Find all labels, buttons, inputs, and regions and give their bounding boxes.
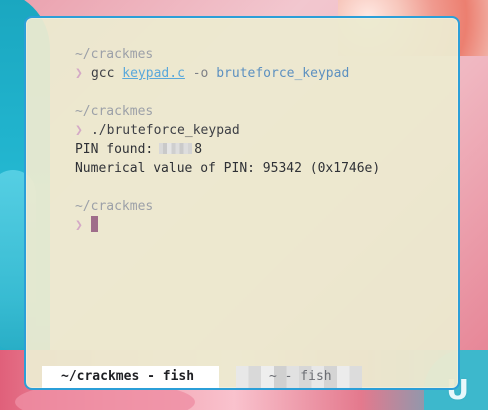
prompt-path: ~/crackmes	[74, 199, 154, 214]
text-cursor-icon	[90, 216, 98, 232]
tab-label: ~ - fish	[269, 369, 332, 384]
pin-found-label: PIN found:	[74, 142, 154, 157]
tab-label: ~/crackmes - fish	[61, 369, 195, 384]
chevron-right-icon: ❯	[74, 123, 83, 138]
terminal-window[interactable]: ~/crackmes ❯ gcc keypad.c -o bruteforce_k…	[24, 16, 460, 390]
chevron-right-icon: ❯	[74, 218, 83, 233]
prompt-path: ~/crackmes	[74, 104, 154, 119]
terminal-tab-bar: ~/crackmes - fish ~ - fish	[26, 366, 458, 388]
tab-home-fish[interactable]: ~ - fish	[236, 366, 362, 388]
run-command: ./bruteforce_keypad	[90, 123, 240, 138]
pin-found-visible-suffix: 8	[194, 142, 203, 157]
redacted-pin-mask	[159, 143, 193, 154]
output-flag: -o	[192, 66, 209, 81]
prompt-path: ~/crackmes	[74, 47, 154, 62]
prompt-line-2: ~/crackmes	[28, 83, 450, 119]
numeric-value-text: Numerical value of PIN: 95342 (0x1746e)	[74, 161, 381, 176]
source-file-link[interactable]: keypad.c	[122, 66, 185, 81]
chevron-right-icon: ❯	[74, 66, 83, 81]
prompt-line-3: ~/crackmes	[28, 178, 450, 214]
tab-crackmes-fish[interactable]: ~/crackmes - fish	[42, 366, 219, 388]
prompt-line-1: ~/crackmes	[28, 26, 450, 62]
command-program: gcc	[90, 66, 115, 81]
terminal-content[interactable]: ~/crackmes ❯ gcc keypad.c -o bruteforce_k…	[28, 26, 450, 233]
output-filename: bruteforce_keypad	[216, 66, 350, 81]
